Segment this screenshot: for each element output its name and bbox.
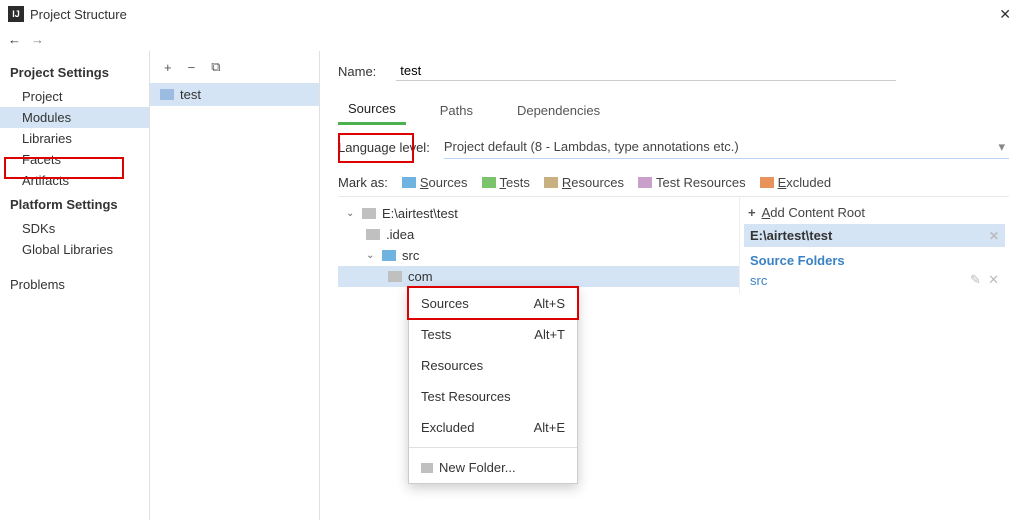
remove-icon[interactable]: −: [188, 60, 196, 75]
language-level-select[interactable]: Project default (8 - Lambdas, type annot…: [444, 135, 1009, 159]
close-button[interactable]: ✕: [991, 4, 1019, 25]
sidebar-item-libraries[interactable]: Libraries: [0, 128, 149, 149]
sidebar-item-problems[interactable]: Problems: [0, 274, 149, 295]
chevron-down-icon[interactable]: ⌄: [346, 208, 356, 219]
tree-root[interactable]: ⌄ E:\airtest\test: [338, 203, 739, 224]
tree-idea[interactable]: .idea: [338, 224, 739, 245]
copy-icon[interactable]: ⧉: [211, 59, 220, 75]
language-level-label: Language level:: [338, 140, 430, 155]
mark-tests[interactable]: Tests: [482, 175, 530, 190]
main-panel: Name: Sources Paths Dependencies Languag…: [320, 51, 1027, 520]
folder-icon: [388, 271, 402, 282]
menu-label: New Folder...: [439, 460, 516, 475]
folder-icon: [362, 208, 376, 219]
forward-icon[interactable]: →: [31, 32, 44, 47]
folder-icon: [382, 250, 396, 261]
mark-test-resources[interactable]: Test Resources: [638, 175, 746, 190]
mark-as-label: Mark as:: [338, 175, 388, 190]
add-content-root[interactable]: + Add Content Root: [744, 201, 1005, 224]
folder-icon: [421, 463, 433, 473]
tree-src[interactable]: ⌄ src: [338, 245, 739, 266]
chevron-down-icon[interactable]: ⌄: [366, 250, 376, 261]
tree-label: .idea: [386, 227, 414, 242]
menu-label: Resources: [421, 358, 483, 373]
sidebar-item-sdks[interactable]: SDKs: [0, 218, 149, 239]
tab-sources[interactable]: Sources: [338, 95, 406, 125]
sidebar-heading-platform: Platform Settings: [0, 191, 149, 218]
remove-icon[interactable]: ✕: [988, 272, 999, 287]
menu-label: Excluded: [421, 420, 474, 435]
language-level-value: Project default (8 - Lambdas, type annot…: [444, 139, 739, 154]
sidebar-item-artifacts[interactable]: Artifacts: [0, 170, 149, 191]
module-item-test[interactable]: test: [150, 83, 319, 106]
menu-excluded[interactable]: Excluded Alt+E: [409, 412, 577, 443]
menu-new-folder[interactable]: New Folder...: [409, 452, 577, 483]
separator: [409, 447, 577, 448]
menu-shortcut: Alt+T: [534, 327, 565, 342]
mark-excluded[interactable]: Excluded: [760, 175, 831, 190]
remove-root-icon[interactable]: ✕: [989, 229, 999, 243]
edit-icon[interactable]: ✎: [970, 272, 981, 287]
menu-shortcut: Alt+S: [534, 296, 565, 311]
module-item-label: test: [180, 87, 201, 102]
sidebar-item-project[interactable]: Project: [0, 86, 149, 107]
sidebar-heading-project: Project Settings: [0, 59, 149, 86]
source-tree: ⌄ E:\airtest\test .idea ⌄ src: [338, 197, 739, 294]
menu-sources[interactable]: Sources Alt+S: [409, 288, 577, 319]
titlebar: IJ Project Structure ✕: [0, 0, 1027, 28]
modules-list: + − ⧉ test: [150, 51, 320, 520]
folder-icon: [160, 89, 174, 100]
menu-test-resources[interactable]: Test Resources: [409, 381, 577, 412]
content-roots-panel: + Add Content Root E:\airtest\test ✕ Sou…: [739, 197, 1009, 294]
source-folder-label: src: [750, 273, 767, 288]
name-field[interactable]: [396, 61, 896, 81]
sidebar-item-global-libraries[interactable]: Global Libraries: [0, 239, 149, 260]
modules-toolbar: + − ⧉: [150, 51, 319, 83]
name-label: Name:: [338, 64, 376, 79]
tree-label: com: [408, 269, 433, 284]
mark-sources[interactable]: Sources: [402, 175, 468, 190]
menu-tests[interactable]: Tests Alt+T: [409, 319, 577, 350]
plus-icon: +: [748, 205, 756, 220]
menu-label: Sources: [421, 296, 469, 311]
sidebar-item-facets[interactable]: Facets: [0, 149, 149, 170]
mark-resources[interactable]: Resources: [544, 175, 624, 190]
tab-paths[interactable]: Paths: [430, 97, 483, 124]
tree-label: E:\airtest\test: [382, 206, 458, 221]
content-root-path[interactable]: E:\airtest\test ✕: [744, 224, 1005, 247]
context-menu: Sources Alt+S Tests Alt+T Resources Test…: [408, 287, 578, 484]
source-folder-src[interactable]: src ✎ ✕: [744, 270, 1005, 290]
app-icon: IJ: [8, 6, 24, 22]
content-root-label: E:\airtest\test: [750, 228, 832, 243]
menu-label: Tests: [421, 327, 451, 342]
back-icon[interactable]: ←: [8, 32, 21, 47]
menu-resources[interactable]: Resources: [409, 350, 577, 381]
tree-com[interactable]: com: [338, 266, 739, 287]
tree-label: src: [402, 248, 419, 263]
sidebar: Project Settings Project Modules Librari…: [0, 51, 150, 520]
tab-dependencies[interactable]: Dependencies: [507, 97, 610, 124]
source-folders-heading: Source Folders: [744, 247, 1005, 270]
menu-shortcut: Alt+E: [534, 420, 565, 435]
menu-label: Test Resources: [421, 389, 511, 404]
sidebar-item-modules[interactable]: Modules: [0, 107, 149, 128]
add-content-root-label: Add Content Root: [762, 205, 865, 220]
nav-arrows: ← →: [0, 28, 1027, 51]
window-title: Project Structure: [30, 7, 991, 22]
folder-icon: [366, 229, 380, 240]
add-icon[interactable]: +: [164, 60, 172, 75]
